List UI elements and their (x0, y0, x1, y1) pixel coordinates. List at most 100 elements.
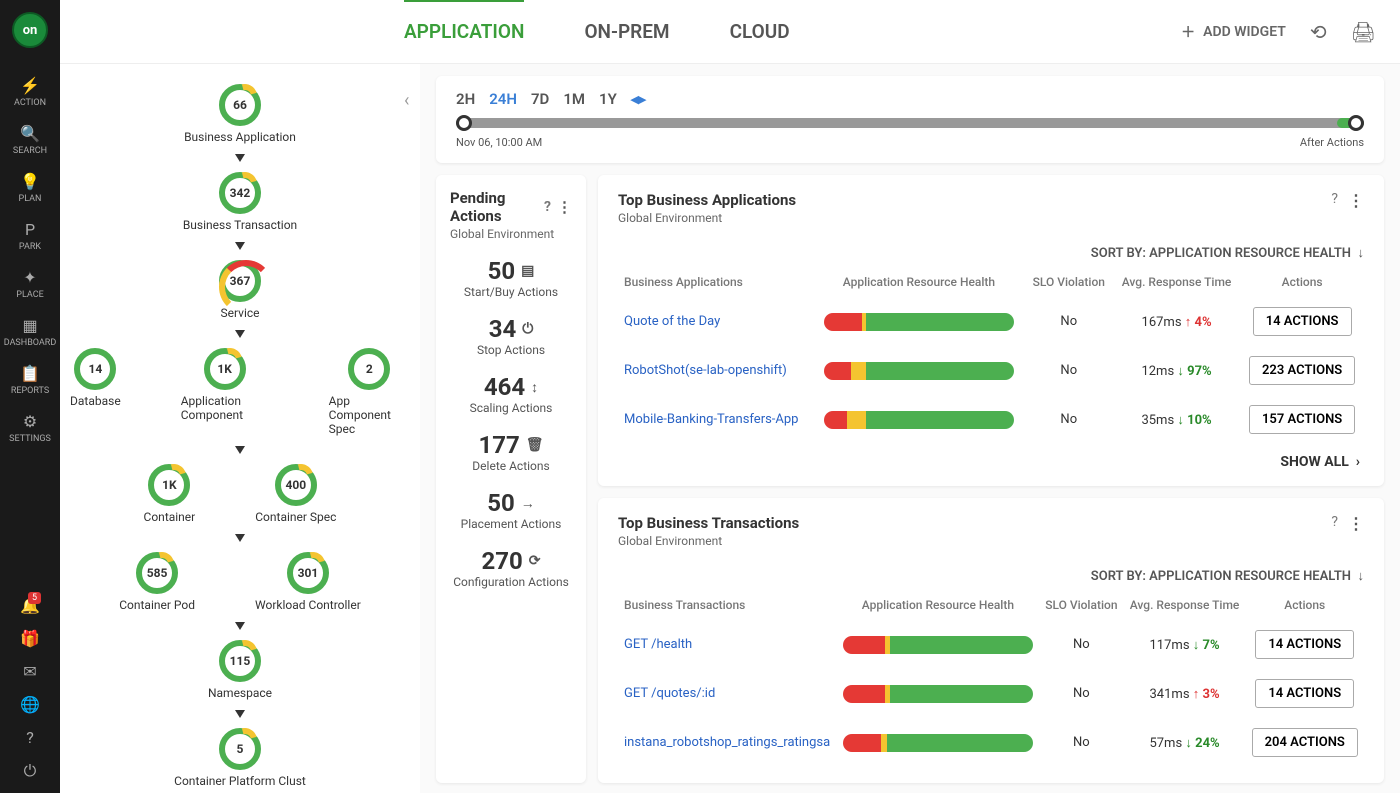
notifications-icon[interactable]: 🔔5 (20, 596, 40, 615)
entity-link[interactable]: GET /health (624, 637, 692, 652)
collapse-panel-icon[interactable]: ‹ (404, 90, 409, 111)
node-application-component[interactable]: 1K Application Component (181, 348, 269, 436)
pending-item[interactable]: 50 → Placement Actions (450, 489, 572, 531)
pending-item[interactable]: 464 ↕ Scaling Actions (450, 373, 572, 415)
pending-item[interactable]: 177 🗑 Delete Actions (450, 431, 572, 473)
pending-label: Delete Actions (450, 459, 572, 473)
pending-item[interactable]: 50 ▤ Start/Buy Actions (450, 257, 572, 299)
node-container-platform-clust[interactable]: 5 Container Platform Clust (174, 728, 306, 788)
pending-count: 34 (489, 315, 517, 343)
node-label: Container Spec (255, 510, 336, 524)
range-7D[interactable]: 7D (531, 90, 549, 108)
entity-link[interactable]: GET /quotes/:id (624, 686, 715, 701)
col-header: Application Resource Health (837, 590, 1039, 620)
help-icon[interactable]: ? (1331, 514, 1338, 533)
dashboard-icon: ▦ (22, 316, 37, 335)
range-24H[interactable]: 24H (489, 90, 517, 108)
node-container-spec[interactable]: 400 Container Spec (255, 464, 336, 524)
col-header: Avg. Response Time (1124, 590, 1246, 620)
nav-dashboard[interactable]: ▦ DASHBOARD (0, 308, 60, 356)
node-label: Namespace (208, 686, 272, 700)
actions-button[interactable]: 157 ACTIONS (1249, 405, 1355, 434)
actions-button[interactable]: 14 ACTIONS (1255, 679, 1354, 708)
nav-park[interactable]: P PARK (0, 212, 60, 260)
pending-label: Start/Buy Actions (450, 285, 572, 299)
sort-by[interactable]: SORT BY: APPLICATION RESOURCE HEALTH ↓ (618, 245, 1364, 261)
node-business-transaction[interactable]: 342 Business Transaction (183, 172, 297, 232)
pending-item[interactable]: 34 ⏻ Stop Actions (450, 315, 572, 357)
range-2H[interactable]: 2H (456, 90, 475, 108)
entity-link[interactable]: Quote of the Day (624, 314, 720, 329)
settings-icon: ⚙ (23, 412, 37, 431)
more-icon[interactable]: ⋮ (1348, 514, 1364, 533)
more-icon[interactable]: ⋮ (1348, 191, 1364, 210)
history-icon[interactable]: ⟲ (1310, 20, 1327, 44)
globe-icon[interactable]: 🌐 (20, 695, 40, 714)
sort-by[interactable]: SORT BY: APPLICATION RESOURCE HEALTH ↓ (618, 568, 1364, 584)
actions-button[interactable]: 14 ACTIONS (1253, 307, 1352, 336)
node-database[interactable]: 14 Database (70, 348, 121, 436)
entity-link[interactable]: instana_robotshop_ratings_ratingsa (624, 735, 830, 750)
gift-icon[interactable]: 🎁 (20, 629, 40, 648)
table-row: GET /quotes/:id No 341ms ↑ 3% 14 ACTIONS (618, 669, 1364, 718)
col-header: SLO Violation (1039, 590, 1124, 620)
arrow-down-icon (235, 710, 245, 718)
nav-plan[interactable]: 💡 PLAN (0, 164, 60, 212)
col-header: Actions (1245, 590, 1364, 620)
range-1Y[interactable]: 1Y (599, 90, 617, 108)
health-bar (824, 411, 1014, 429)
help-icon[interactable]: ? (26, 728, 34, 747)
nav-action[interactable]: ⚡ ACTION (0, 68, 60, 116)
pending-item[interactable]: 270 ⟳ Configuration Actions (450, 547, 572, 589)
plan-icon: 💡 (20, 172, 40, 191)
entity-link[interactable]: RobotShot(se-lab-openshift) (624, 363, 787, 378)
range-1M[interactable]: 1M (563, 90, 585, 108)
nav-settings[interactable]: ⚙ SETTINGS (0, 404, 60, 452)
power-icon[interactable]: ⏻ (24, 761, 37, 781)
slo-cell: No (1039, 669, 1124, 718)
actions-button[interactable]: 14 ACTIONS (1255, 630, 1354, 659)
node-label: Database (70, 394, 121, 408)
node-workload-controller[interactable]: 301 Workload Controller (255, 552, 361, 612)
print-icon[interactable]: 🖨 (1351, 20, 1376, 44)
actions-button[interactable]: 223 ACTIONS (1249, 356, 1355, 385)
nav-place[interactable]: ✦ PLACE (0, 260, 60, 308)
entity-link[interactable]: Mobile-Banking-Transfers-App (624, 412, 798, 427)
node-circle: 367 (219, 260, 261, 302)
node-service[interactable]: 367 Service (219, 260, 261, 320)
node-container[interactable]: 1K Container (144, 464, 196, 524)
sidebar: on ⚡ ACTION 🔍 SEARCH 💡 PLAN P PARK ✦ PLA… (0, 0, 60, 793)
tab-application[interactable]: APPLICATION (404, 0, 524, 61)
top-apps-title: Top Business Applications (618, 191, 796, 209)
nav-search[interactable]: 🔍 SEARCH (0, 116, 60, 164)
nav-reports[interactable]: 📋 REPORTS (0, 356, 60, 404)
table-row: RobotShot(se-lab-openshift) No 12ms ↓ 97… (618, 346, 1364, 395)
tab-cloud[interactable]: CLOUD (730, 2, 790, 61)
more-icon[interactable]: ⋮ (557, 198, 572, 216)
nav-label: PARK (19, 242, 41, 252)
help-icon[interactable]: ? (544, 199, 551, 215)
pending-icon: 🗑 (526, 437, 544, 453)
col-header: Business Applications (618, 267, 813, 297)
help-icon[interactable]: ? (1331, 191, 1338, 210)
pending-count: 50 (488, 257, 516, 285)
slo-cell: No (1025, 395, 1113, 444)
park-icon: P (25, 220, 35, 239)
rt-cell: 12ms ↓ 97% (1113, 346, 1240, 395)
add-widget-button[interactable]: ＋ ADD WIDGET (1181, 22, 1286, 42)
node-circle: 14 (74, 348, 116, 390)
tab-on-prem[interactable]: ON-PREM (584, 2, 669, 61)
actions-button[interactable]: 204 ACTIONS (1252, 728, 1358, 757)
node-namespace[interactable]: 115 Namespace (208, 640, 272, 700)
node-business-application[interactable]: 66 Business Application (184, 84, 296, 144)
node-app-component-spec[interactable]: 2 App Component Spec (329, 348, 410, 436)
logo[interactable]: on (12, 12, 48, 48)
range-nav-icon[interactable]: ◂▸ (631, 90, 646, 108)
top-apps-sub: Global Environment (618, 211, 796, 225)
pending-label: Stop Actions (450, 343, 572, 357)
col-header: SLO Violation (1025, 267, 1113, 297)
node-container-pod[interactable]: 585 Container Pod (119, 552, 195, 612)
show-all-button[interactable]: SHOW ALL › (618, 444, 1364, 470)
timeline-slider[interactable] (456, 118, 1364, 128)
mail-icon[interactable]: ✉ (23, 662, 36, 681)
